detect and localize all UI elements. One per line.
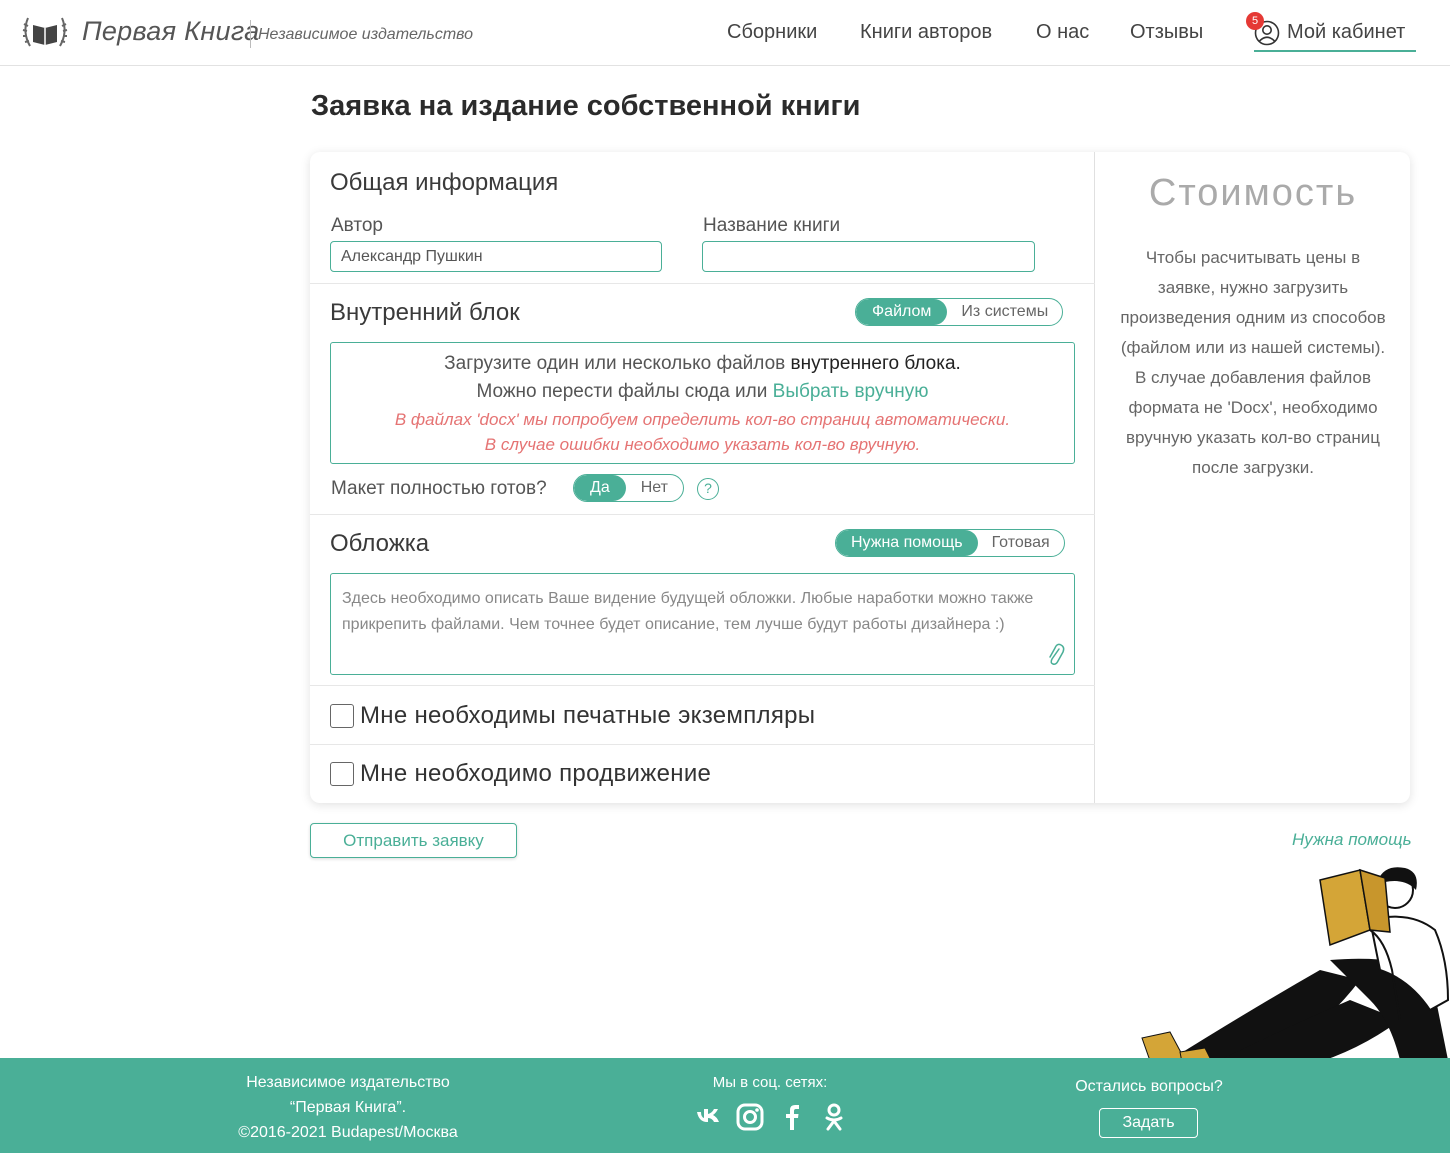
footer-line3: ©2016-2021 Budapest/Москва [238,1124,458,1141]
toggle-yes[interactable]: Да [574,475,626,501]
section-divider [310,685,1095,686]
logo-book-icon[interactable] [20,12,70,54]
brand-tagline: Независимое издательство [258,26,474,43]
odnoklassniki-icon[interactable] [819,1102,849,1132]
header: Первая Книга Независимое издательство Сб… [0,0,1450,66]
footer-copyright: Независимое издательство “Первая Книга”.… [218,1070,478,1145]
toggle-need-help[interactable]: Нужна помощь [836,530,978,556]
section-divider [310,283,1095,284]
vk-icon[interactable] [694,1102,724,1132]
toggle-no[interactable]: Нет [626,475,683,501]
paperclip-icon[interactable] [1046,642,1066,668]
nav-about[interactable]: О нас [1036,21,1089,44]
instagram-icon[interactable] [735,1102,765,1132]
print-copies-checkbox[interactable] [330,704,354,728]
questions-title: Остались вопросы? [1075,1078,1223,1095]
dropzone-text: Загрузите один или несколько файлов [444,353,791,374]
cost-panel: Стоимость Чтобы расчитывать цены в заявк… [1096,152,1410,803]
layout-ready-toggle: Да Нет [573,474,684,502]
facebook-icon[interactable] [777,1102,807,1132]
nav-reviews[interactable]: Отзывы [1130,21,1203,44]
author-label: Автор [331,215,383,236]
toggle-from-system[interactable]: Из системы [947,299,1062,325]
cost-title: Стоимость [1148,172,1358,214]
layout-ready-label: Макет полностью готов? [331,478,547,499]
dropzone-line1: Загрузите один или несколько файлов внут… [331,353,1074,375]
brand-divider [250,20,251,48]
cover-title: Обложка [330,530,430,557]
submit-application-button[interactable]: Отправить заявку [310,823,517,858]
application-form-card: Общая информация Автор Александр Пушкин … [310,152,1410,803]
dropzone-drag-text: Можно перести файлы сюда или [476,381,773,402]
help-icon[interactable]: ? [697,478,719,500]
nav-collections[interactable]: Сборники [727,21,817,44]
inner-block-title: Внутренний блок [330,299,520,326]
need-help-link[interactable]: Нужна помощь [1292,830,1412,850]
page-title: Заявка на издание собственной книги [311,90,861,122]
notification-badge: 5 [1246,12,1264,30]
file-dropzone[interactable]: Загрузите один или несколько файлов внут… [330,342,1075,464]
author-input[interactable]: Александр Пушкин [330,241,662,272]
nav-my-cabinet[interactable]: 5 Мой кабинет [1246,12,1416,52]
choose-manually-link[interactable]: Выбрать вручную [773,381,929,402]
toggle-by-file[interactable]: Файлом [856,299,948,325]
form-panel: Общая информация Автор Александр Пушкин … [310,152,1095,803]
section-divider [310,514,1095,515]
dropzone-line2: Можно перести файлы сюда или Выбрать вру… [331,381,1074,403]
cost-description: Чтобы расчитывать цены в заявке, нужно з… [1120,248,1386,477]
book-title-input[interactable] [702,241,1035,272]
cover-mode-toggle: Нужна помощь Готовая [835,529,1065,557]
footer-line1: Независимое издательство [246,1074,450,1091]
social-title: Мы в соц. сетях: [712,1074,828,1091]
book-title-label: Название книги [703,215,841,236]
docx-warning: В файлах 'docx' мы попробуем определить … [394,410,1011,429]
promotion-checkbox[interactable] [330,762,354,786]
print-copies-label[interactable]: Мне необходимы печатные экземпляры [360,702,815,730]
inner-block-source-toggle: Файлом Из системы [855,298,1064,326]
reading-person-illustration [1141,867,1450,1083]
cover-placeholder: Здесь необходимо описать Ваше видение бу… [342,590,1034,633]
error-warning: В случае ошибки необходимо указать кол-в… [484,435,921,454]
toggle-ready[interactable]: Готовая [978,530,1064,556]
cover-description-textarea[interactable]: Здесь необходимо описать Ваше видение бу… [330,573,1075,675]
promotion-label[interactable]: Мне необходимо продвижение [360,760,711,788]
brand-name[interactable]: Первая Книга [82,16,259,47]
footer-line2: “Первая Книга”. [289,1099,407,1116]
footer: Независимое издательство “Первая Книга”.… [0,1058,1450,1153]
dropzone-bold-text: внутреннего блока. [790,353,961,374]
cabinet-label: Мой кабинет [1287,21,1406,43]
section-divider [310,744,1095,745]
general-info-title: Общая информация [330,169,559,196]
nav-author-books[interactable]: Книги авторов [860,21,992,44]
ask-question-button[interactable]: Задать [1099,1108,1198,1138]
